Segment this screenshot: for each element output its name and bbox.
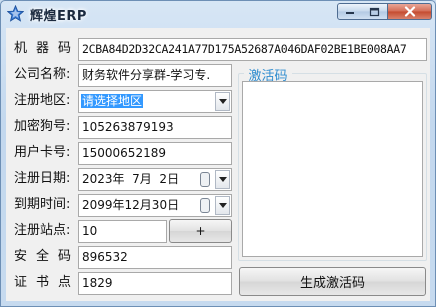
minimize-button[interactable] (337, 3, 363, 20)
card-field[interactable]: 15000652189 (78, 142, 232, 165)
maximize-icon (369, 7, 380, 16)
region-combobox[interactable]: 请选择地区 (78, 90, 232, 113)
cert-points-field[interactable]: 1829 (78, 272, 232, 295)
expire-date-text: 2099年12月30日 (82, 198, 180, 212)
reg-date-picker[interactable]: 2023年 7月 2日 (78, 168, 232, 191)
reg-date-text: 2023年 7月 2日 (82, 172, 180, 186)
sites-label: 注册站点: (14, 223, 71, 238)
generate-activation-button[interactable]: 生成激活码 (239, 267, 426, 296)
form-area: 机器码: 2CBA84D2D32CA241A77D175A52687A046DA… (6, 28, 430, 301)
close-icon (404, 6, 415, 17)
dropdown-arrow-icon (218, 99, 227, 104)
minimize-icon (346, 11, 354, 14)
calendar-toggle-icon (200, 198, 210, 213)
dropdown-arrow-icon (218, 203, 227, 208)
security-code-field[interactable]: 896532 (78, 246, 232, 269)
dongle-field[interactable]: 105263879193 (78, 116, 232, 139)
expire-label: 到期时间: (14, 197, 71, 212)
company-name-field[interactable]: 财务软件分享群-学习专. (78, 64, 232, 87)
region-dropdown-button[interactable] (215, 92, 230, 111)
region-selected-text: 请选择地区 (81, 94, 144, 108)
machine-code-field[interactable]: 2CBA84D2D32CA241A77D175A52687A046DAF02BE… (78, 38, 427, 61)
region-label: 注册地区: (14, 93, 71, 108)
add-site-button[interactable]: + (169, 219, 232, 243)
activation-code-textarea[interactable] (242, 81, 423, 257)
company-name-label: 公司名称: (14, 67, 71, 82)
dongle-label: 加密狗号: (14, 119, 71, 134)
app-star-icon (7, 5, 24, 22)
title-bar[interactable]: 辉煌ERP (1, 1, 435, 27)
expire-date-picker[interactable]: 2099年12月30日 (78, 194, 232, 217)
expire-date-dropdown-button[interactable] (215, 196, 230, 215)
dropdown-arrow-icon (218, 177, 227, 182)
app-window: 辉煌ERP 机器码: 2CBA84D2D32CA241A77D175A52687… (0, 0, 436, 307)
window-title: 辉煌ERP (30, 9, 87, 24)
reg-date-dropdown-button[interactable] (215, 170, 230, 189)
card-label: 用户卡号: (14, 145, 71, 160)
reg-date-label: 注册日期: (14, 171, 71, 186)
maximize-button[interactable] (362, 3, 388, 20)
close-button[interactable] (388, 3, 432, 20)
sites-field[interactable]: 10 (78, 220, 167, 243)
calendar-toggle-icon (200, 172, 210, 187)
